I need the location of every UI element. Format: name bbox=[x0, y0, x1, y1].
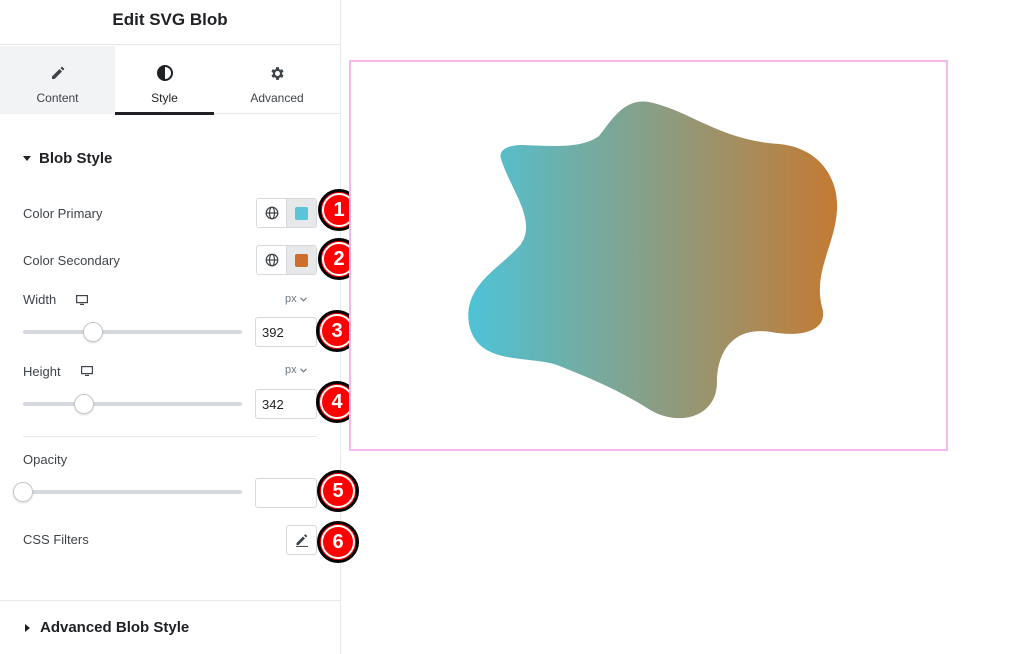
height-label: Height bbox=[23, 364, 61, 379]
annotation-marker-number: 6 bbox=[332, 530, 344, 553]
color-secondary-control bbox=[256, 245, 317, 275]
annotation-marker-number: 1 bbox=[333, 198, 345, 221]
editor-panel: Edit SVG Blob Content Style Advanced Blo… bbox=[0, 0, 341, 654]
width-slider[interactable] bbox=[23, 322, 242, 342]
chevron-down-icon bbox=[299, 296, 307, 302]
color-primary-label: Color Primary bbox=[23, 206, 103, 221]
width-label: Width bbox=[23, 292, 57, 307]
tab-style-label: Style bbox=[151, 91, 178, 105]
color-primary-swatch bbox=[295, 206, 308, 220]
caret-right-icon bbox=[25, 623, 30, 632]
height-unit-select[interactable]: px bbox=[285, 364, 307, 376]
chevron-down-icon bbox=[299, 367, 307, 373]
caret-down-icon bbox=[23, 156, 31, 161]
color-primary-picker[interactable] bbox=[287, 199, 316, 227]
panel-title: Edit SVG Blob bbox=[112, 10, 228, 29]
tab-advanced[interactable]: Advanced bbox=[214, 46, 340, 114]
gear-icon bbox=[268, 64, 286, 82]
desktop-icon[interactable] bbox=[81, 366, 93, 376]
contrast-icon bbox=[156, 64, 174, 82]
preview-canvas[interactable] bbox=[349, 60, 948, 451]
annotation-marker: 6 bbox=[317, 521, 359, 563]
panel-header: Edit SVG Blob bbox=[0, 0, 340, 45]
blob-style-section-toggle[interactable]: Blob Style bbox=[23, 150, 112, 167]
advanced-blob-style-title: Advanced Blob Style bbox=[40, 619, 190, 636]
globe-icon bbox=[265, 206, 278, 220]
width-input[interactable] bbox=[255, 317, 317, 347]
tab-advanced-label: Advanced bbox=[250, 91, 304, 105]
blob-style-title: Blob Style bbox=[39, 150, 113, 167]
opacity-slider[interactable] bbox=[13, 482, 242, 502]
globe-icon bbox=[265, 253, 278, 267]
opacity-input[interactable] bbox=[255, 478, 317, 508]
global-colors-button[interactable] bbox=[257, 199, 287, 227]
annotation-marker: 5 bbox=[317, 470, 359, 512]
tab-style[interactable]: Style bbox=[115, 46, 214, 115]
svg-blob[interactable] bbox=[351, 62, 946, 449]
height-input[interactable] bbox=[255, 389, 317, 419]
section-divider bbox=[23, 436, 317, 437]
annotation-marker-number: 4 bbox=[331, 390, 343, 413]
annotation-marker-number: 5 bbox=[332, 479, 344, 502]
opacity-label: Opacity bbox=[23, 452, 68, 467]
height-slider[interactable] bbox=[23, 394, 242, 414]
tab-content-label: Content bbox=[36, 91, 79, 105]
advanced-blob-style-section-toggle[interactable]: Advanced Blob Style bbox=[0, 600, 340, 654]
color-secondary-label: Color Secondary bbox=[23, 253, 120, 268]
css-filters-label: CSS Filters bbox=[23, 532, 89, 547]
width-slider-handle[interactable] bbox=[83, 322, 104, 342]
annotation-marker-number: 3 bbox=[331, 319, 343, 342]
desktop-icon[interactable] bbox=[76, 295, 88, 305]
color-primary-control bbox=[256, 198, 317, 228]
color-secondary-picker[interactable] bbox=[287, 246, 316, 274]
pencil-icon bbox=[49, 64, 67, 82]
tab-content[interactable]: Content bbox=[0, 46, 115, 114]
css-filters-edit-button[interactable] bbox=[286, 525, 317, 555]
pencil-icon bbox=[295, 534, 308, 547]
width-unit-select[interactable]: px bbox=[285, 293, 307, 305]
width-unit-value: px bbox=[285, 293, 297, 305]
height-slider-handle[interactable] bbox=[74, 394, 95, 414]
annotation-marker-number: 2 bbox=[333, 247, 345, 270]
global-colors-button[interactable] bbox=[257, 246, 287, 274]
height-unit-value: px bbox=[285, 364, 297, 376]
opacity-slider-handle[interactable] bbox=[13, 482, 33, 502]
panel-tabs: Content Style Advanced bbox=[0, 46, 340, 115]
color-secondary-swatch bbox=[295, 253, 308, 267]
